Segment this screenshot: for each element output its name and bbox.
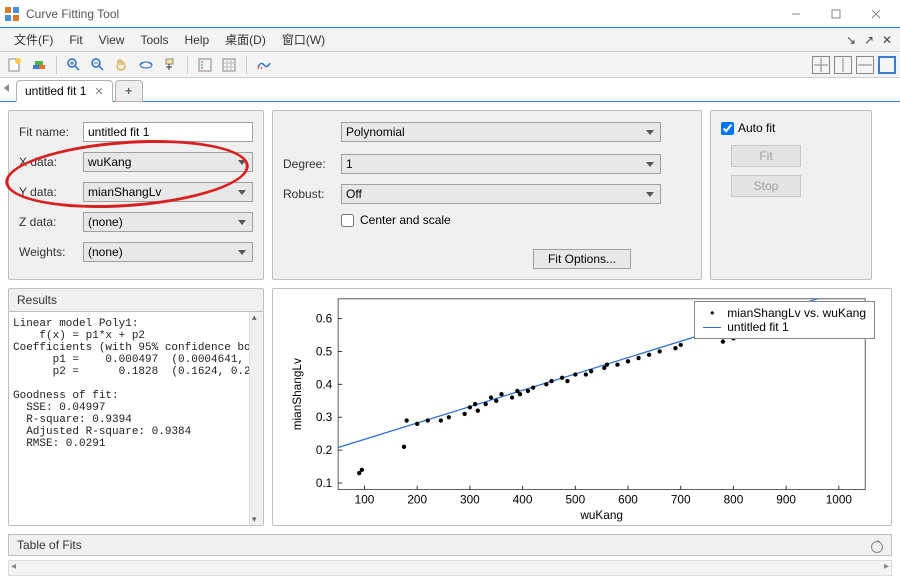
legend-item-0: mianShangLv vs. wuKang	[727, 306, 866, 320]
svg-text:wuKang: wuKang	[579, 508, 623, 522]
h-scrollbar[interactable]	[8, 560, 892, 576]
fit-button[interactable]: Fit	[731, 145, 801, 167]
table-of-fits-header[interactable]: Table of Fits	[8, 534, 892, 556]
app-icon	[4, 6, 20, 22]
results-scrollbar[interactable]	[249, 312, 263, 525]
xdata-dropdown[interactable]: wuKang	[83, 152, 253, 172]
ydata-dropdown[interactable]: mianShangLv	[83, 182, 253, 202]
legend-line-icon	[703, 327, 721, 328]
grid-icon[interactable]	[218, 54, 240, 76]
data-cursor-icon[interactable]	[159, 54, 181, 76]
robust-dropdown[interactable]: Off	[341, 184, 661, 204]
zdata-dropdown[interactable]: (none)	[83, 212, 253, 232]
autofit-label: Auto fit	[738, 121, 775, 135]
table-of-fits-title: Table of Fits	[17, 538, 82, 552]
svg-text:400: 400	[513, 492, 533, 506]
menu-desktop[interactable]: 桌面(D)	[217, 31, 274, 48]
fitname-label: Fit name:	[19, 125, 83, 139]
results-title: Results	[9, 289, 263, 312]
legend-marker-icon: •	[703, 306, 721, 320]
svg-text:600: 600	[618, 492, 638, 506]
layout-2-icon[interactable]	[834, 56, 852, 74]
window-title: Curve Fitting Tool	[26, 7, 776, 21]
svg-text:100: 100	[355, 492, 375, 506]
svg-text:0.1: 0.1	[316, 476, 332, 490]
svg-text:700: 700	[671, 492, 691, 506]
svg-text:500: 500	[565, 492, 585, 506]
menu-view[interactable]: View	[91, 33, 133, 47]
new-fit-icon[interactable]	[4, 54, 26, 76]
maximize-button[interactable]	[816, 1, 856, 27]
results-panel: Results Linear model Poly1: f(x) = p1*x …	[8, 288, 264, 526]
chart-legend[interactable]: • mianShangLv vs. wuKang untitled fit 1	[694, 301, 875, 339]
stop-button[interactable]: Stop	[731, 175, 801, 197]
pan-icon[interactable]	[111, 54, 133, 76]
print-icon[interactable]	[28, 54, 50, 76]
method-dropdown[interactable]: Polynomial	[341, 122, 661, 142]
minimize-button[interactable]	[776, 1, 816, 27]
fit-options-button[interactable]: Fit Options...	[533, 249, 631, 269]
chart-panel[interactable]: 100 200 300 400 500 600 700 800 900 1000 0.1 0.2 0.3…	[272, 288, 892, 526]
svg-text:0.4: 0.4	[316, 377, 333, 391]
menu-tools[interactable]: Tools	[132, 33, 176, 47]
svg-text:800: 800	[724, 492, 744, 506]
svg-text:0.6: 0.6	[316, 312, 333, 326]
menu-help[interactable]: Help	[176, 33, 217, 47]
rotate3d-icon[interactable]	[135, 54, 157, 76]
fit-type-panel: Polynomial Degree: 1 Robust: Off Center …	[272, 110, 702, 280]
ydata-label: Y data:	[19, 185, 83, 199]
tab-active[interactable]: untitled fit 1 ✕	[16, 80, 113, 102]
dock-arrow-icon[interactable]: ↘	[844, 33, 858, 47]
svg-text:200: 200	[407, 492, 427, 506]
degree-dropdown[interactable]: 1	[341, 154, 661, 174]
tab-strip: untitled fit 1 ✕ +	[0, 78, 900, 102]
layout-4-icon[interactable]	[878, 56, 896, 74]
center-scale-checkbox[interactable]	[341, 214, 354, 227]
svg-text:0.5: 0.5	[316, 344, 333, 358]
degree-label: Degree:	[283, 157, 341, 171]
toolbar	[0, 52, 900, 78]
svg-text:300: 300	[460, 492, 480, 506]
layout-3-icon[interactable]	[856, 56, 874, 74]
legend-icon[interactable]	[194, 54, 216, 76]
annotation-ellipse	[3, 133, 251, 216]
data-selection-panel: Fit name: X data: wuKang Y data: mianSha…	[8, 110, 264, 280]
title-bar: Curve Fitting Tool	[0, 0, 900, 28]
weights-dropdown[interactable]: (none)	[83, 242, 253, 262]
svg-text:0.2: 0.2	[316, 443, 332, 457]
zdata-label: Z data:	[19, 215, 83, 229]
autofit-checkbox[interactable]	[721, 122, 734, 135]
robust-label: Robust:	[283, 187, 341, 201]
svg-text:900: 900	[776, 492, 796, 506]
legend-item-1: untitled fit 1	[727, 320, 788, 334]
svg-text:1000: 1000	[826, 492, 853, 506]
svg-text:0.3: 0.3	[316, 410, 333, 424]
undock-icon[interactable]: ↗	[862, 33, 876, 47]
tab-new-button[interactable]: +	[115, 80, 143, 102]
svg-text:mianShangLv: mianShangLv	[290, 358, 304, 430]
menu-file[interactable]: 文件(F)	[6, 31, 61, 48]
zoom-in-icon[interactable]	[63, 54, 85, 76]
menu-window[interactable]: 窗口(W)	[274, 31, 333, 48]
menu-fit[interactable]: Fit	[61, 33, 90, 47]
tab-close-icon[interactable]: ✕	[94, 85, 103, 98]
menu-bar: 文件(F) Fit View Tools Help 桌面(D) 窗口(W) ↘ …	[0, 28, 900, 52]
fitname-input[interactable]	[83, 122, 253, 142]
residuals-icon[interactable]	[253, 54, 275, 76]
actions-panel: Auto fit Fit Stop	[710, 110, 872, 280]
weights-label: Weights:	[19, 245, 83, 259]
dock-close-icon[interactable]: ✕	[880, 33, 894, 47]
xdata-label: X data:	[19, 155, 83, 169]
zoom-out-icon[interactable]	[87, 54, 109, 76]
close-button[interactable]	[856, 1, 896, 27]
center-scale-label: Center and scale	[360, 213, 451, 227]
layout-1-icon[interactable]	[812, 56, 830, 74]
tab-label: untitled fit 1	[25, 84, 86, 98]
results-text[interactable]: Linear model Poly1: f(x) = p1*x + p2 Coe…	[9, 312, 263, 525]
